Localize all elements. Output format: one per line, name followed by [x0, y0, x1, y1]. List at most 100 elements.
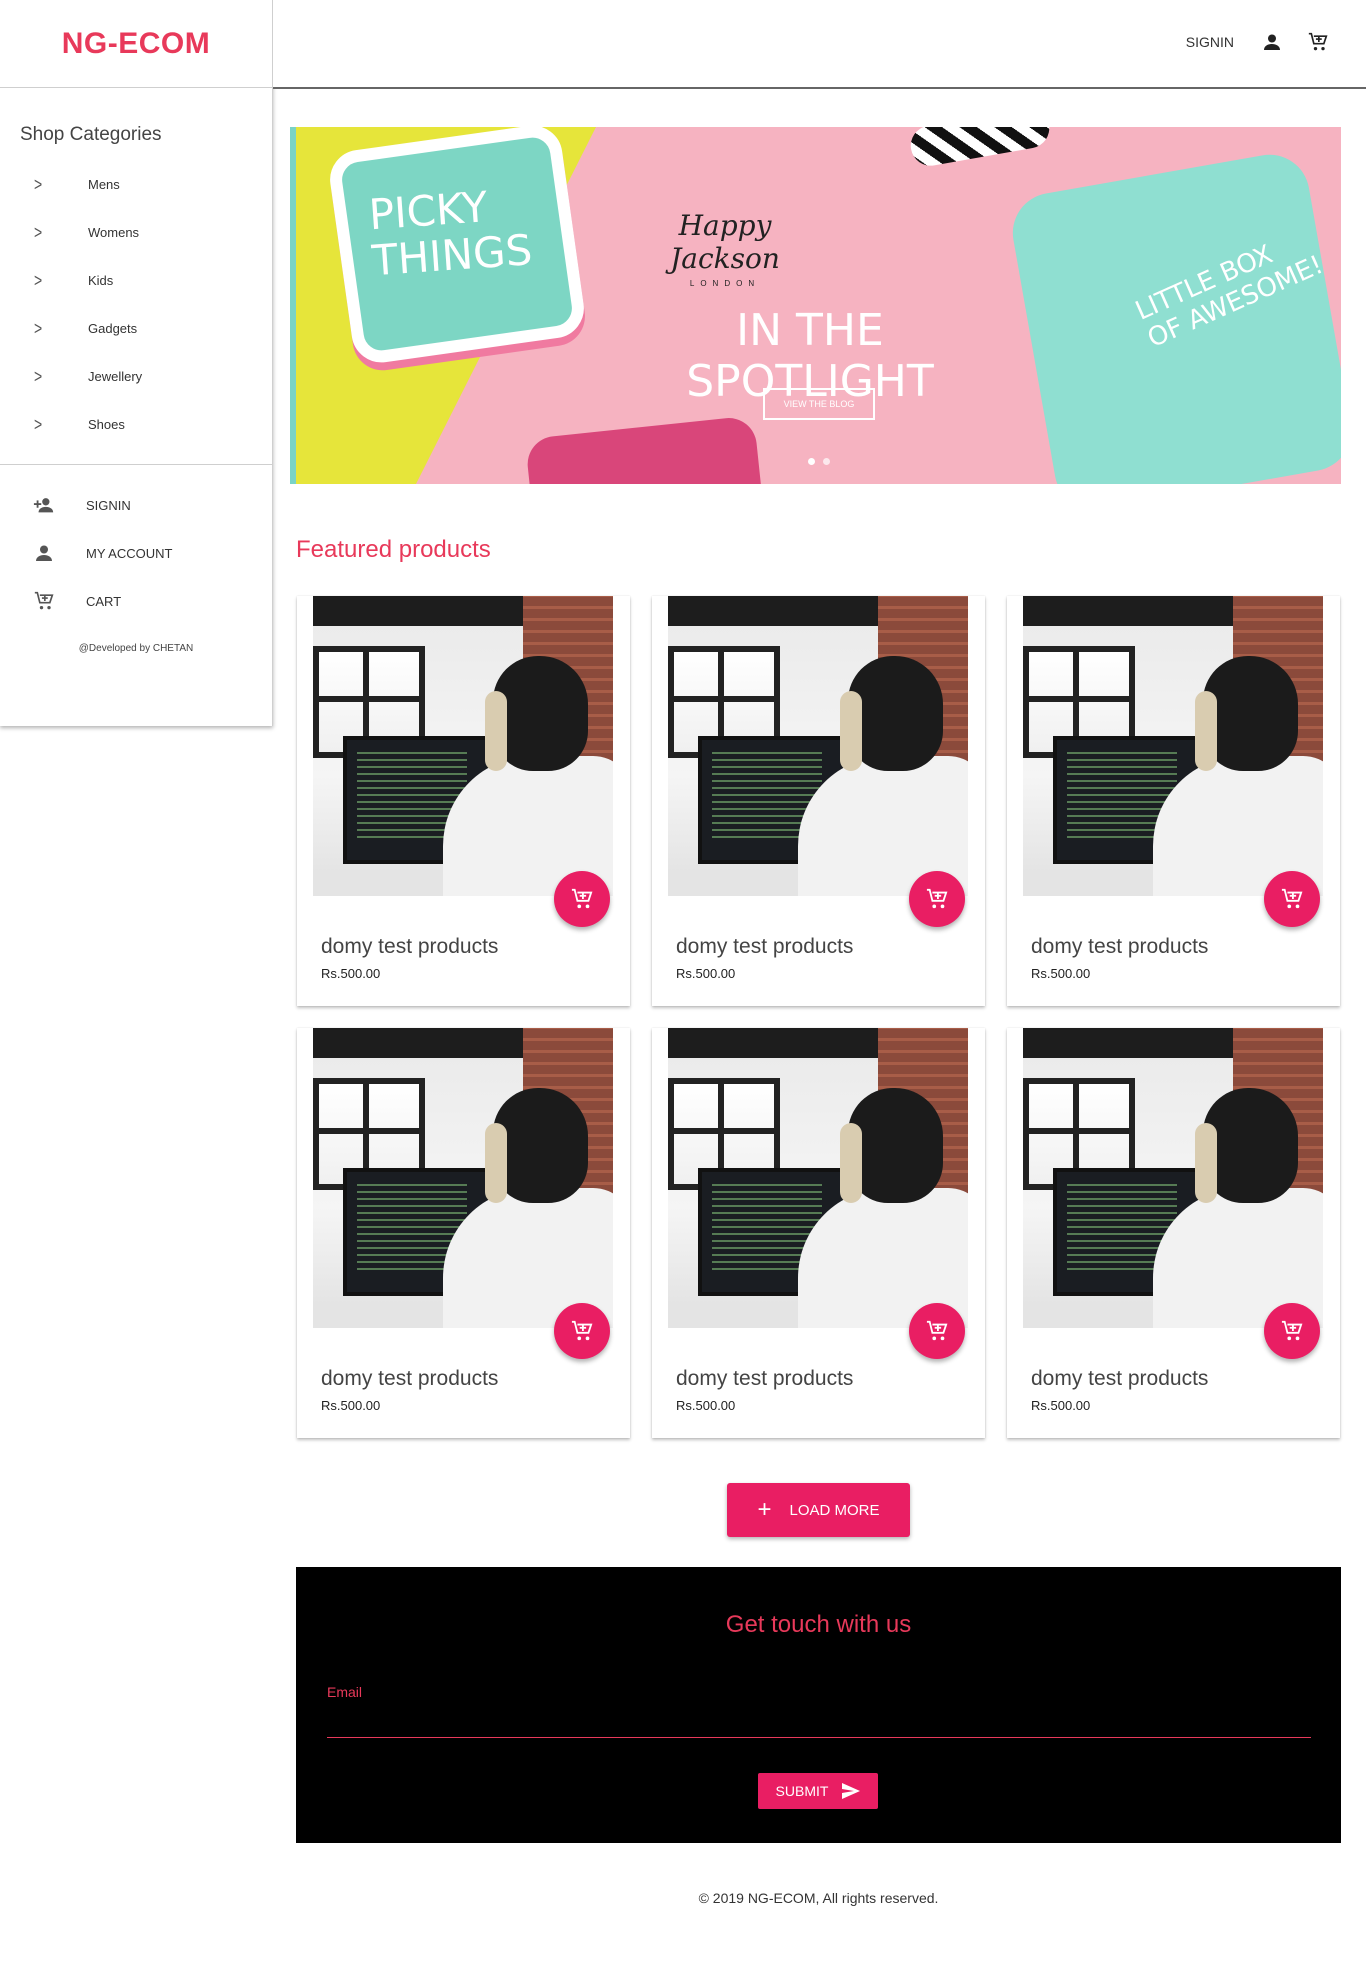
hero-banner[interactable]: PICKY THINGS LITTLE BOX OF AWESOME! Happ…: [290, 127, 1341, 484]
banner-box-right-text: LITTLE BOX OF AWESOME!: [1131, 239, 1328, 355]
product-name[interactable]: domy test products: [1031, 1367, 1208, 1391]
chevron-right-icon: >: [34, 413, 43, 435]
cart-icon: [32, 589, 56, 613]
product-price: Rs.500.00: [321, 1398, 381, 1413]
product-card[interactable]: domy test products Rs.500.00: [1007, 1028, 1340, 1438]
carousel-dots: [808, 458, 830, 465]
product-name[interactable]: domy test products: [676, 1367, 853, 1391]
submit-label: SUBMIT: [775, 1783, 829, 1799]
sidebar-item-kids[interactable]: > Kids: [0, 256, 272, 304]
chevron-right-icon: >: [34, 365, 43, 387]
sidebar-item-signin[interactable]: SIGNIN: [0, 481, 272, 529]
send-icon: [842, 1783, 861, 1799]
sidebar-item-label: Kids: [88, 272, 114, 288]
chevron-right-icon: >: [34, 221, 43, 243]
banner-picky-box: PICKY THINGS: [326, 127, 588, 367]
product-card[interactable]: domy test products Rs.500.00: [652, 596, 985, 1006]
carousel-dot-2[interactable]: [823, 458, 830, 465]
image-headphones: [840, 1123, 862, 1203]
sidebar-item-label: Shoes: [88, 416, 125, 432]
add-to-cart-button[interactable]: [1264, 871, 1320, 927]
copyright: © 2019 NG-ECOM, All rights reserved.: [698, 1890, 939, 1906]
product-image[interactable]: [668, 1028, 968, 1328]
carousel-dot-1[interactable]: [808, 458, 815, 465]
header-actions: SIGNIN: [1186, 30, 1330, 54]
product-image[interactable]: [1023, 1028, 1323, 1328]
chevron-right-icon: >: [34, 173, 43, 195]
product-card[interactable]: domy test products Rs.500.00: [1007, 596, 1340, 1006]
sidebar-item-label: MY ACCOUNT: [86, 545, 173, 561]
email-field[interactable]: [327, 1697, 1311, 1738]
image-headphones: [485, 691, 507, 771]
contact-section: Get touch with us Email SUBMIT: [296, 1567, 1341, 1843]
product-image[interactable]: [313, 596, 613, 896]
person-icon[interactable]: [1260, 30, 1284, 54]
image-person-head: [1203, 1088, 1298, 1203]
banner-logo-subtext: LONDON: [689, 279, 761, 288]
add-to-cart-button[interactable]: [909, 871, 965, 927]
sidebar-item-shoes[interactable]: > Shoes: [0, 400, 272, 448]
banner-ribbon: [907, 127, 1053, 169]
product-card[interactable]: domy test products Rs.500.00: [297, 596, 630, 1006]
category-list: > Mens > Womens > Kids > Gadgets > Jewel…: [0, 160, 272, 448]
plus-icon: +: [757, 1496, 772, 1523]
product-grid: domy test products Rs.500.00 domy test pro…: [297, 596, 1341, 1438]
sidebar-item-womens[interactable]: > Womens: [0, 208, 272, 256]
add-to-cart-button[interactable]: [1264, 1303, 1320, 1359]
load-more-label: LOAD MORE: [789, 1501, 880, 1519]
banner-edge: [290, 127, 296, 484]
product-image[interactable]: [313, 1028, 613, 1328]
product-name[interactable]: domy test products: [676, 935, 853, 959]
product-card[interactable]: domy test products Rs.500.00: [297, 1028, 630, 1438]
sidebar-item-my-account[interactable]: MY ACCOUNT: [0, 529, 272, 577]
brand-logo[interactable]: NG-ECOM: [0, 0, 272, 88]
add-cart-icon: [1281, 888, 1303, 909]
product-name[interactable]: domy test products: [321, 935, 498, 959]
product-name[interactable]: domy test products: [321, 1367, 498, 1391]
add-cart-icon: [926, 1320, 948, 1341]
account-list: SIGNIN MY ACCOUNT CART: [0, 481, 272, 625]
sidebar-item-label: Womens: [88, 224, 140, 240]
image-person-head: [1203, 656, 1298, 771]
image-person-head: [493, 656, 588, 771]
cart-icon[interactable]: [1306, 30, 1330, 54]
sidebar-item-label: CART: [86, 593, 122, 609]
product-price: Rs.500.00: [676, 966, 736, 981]
chevron-right-icon: >: [34, 269, 43, 291]
product-price: Rs.500.00: [321, 966, 381, 981]
sidebar-item-gadgets[interactable]: > Gadgets: [0, 304, 272, 352]
chevron-right-icon: >: [34, 317, 43, 339]
image-headphones: [1195, 691, 1217, 771]
image-person-head: [848, 1088, 943, 1203]
banner-box-left-text: PICKY THINGS: [367, 182, 534, 286]
product-name[interactable]: domy test products: [1031, 935, 1208, 959]
sidebar: NG-ECOM Shop Categories > Mens > Womens …: [0, 0, 273, 726]
featured-title: Featured products: [296, 536, 491, 563]
submit-button[interactable]: SUBMIT: [758, 1773, 878, 1809]
product-price: Rs.500.00: [676, 1398, 736, 1413]
contact-title: Get touch with us: [725, 1611, 912, 1638]
banner-snack-box: [524, 415, 766, 484]
view-blog-button[interactable]: VIEW THE BLOG: [763, 388, 875, 420]
banner-logo-text: Happy Jackson: [670, 209, 780, 275]
developer-credit: @Developed by CHETAN: [78, 643, 194, 654]
add-to-cart-button[interactable]: [554, 871, 610, 927]
sidebar-item-label: SIGNIN: [86, 497, 131, 513]
sidebar-item-label: Jewellery: [88, 368, 143, 384]
product-image[interactable]: [1023, 596, 1323, 896]
product-card[interactable]: domy test products Rs.500.00: [652, 1028, 985, 1438]
product-image[interactable]: [668, 596, 968, 896]
add-cart-icon: [571, 1320, 593, 1341]
sidebar-item-jewellery[interactable]: > Jewellery: [0, 352, 272, 400]
image-headphones: [485, 1123, 507, 1203]
sidebar-item-mens[interactable]: > Mens: [0, 160, 272, 208]
image-person-head: [493, 1088, 588, 1203]
product-price: Rs.500.00: [1031, 1398, 1091, 1413]
image-person-head: [848, 656, 943, 771]
header-signin-link[interactable]: SIGNIN: [1186, 34, 1234, 50]
add-to-cart-button[interactable]: [909, 1303, 965, 1359]
add-to-cart-button[interactable]: [554, 1303, 610, 1359]
load-more-button[interactable]: + LOAD MORE: [727, 1483, 910, 1537]
sidebar-item-cart[interactable]: CART: [0, 577, 272, 625]
sidebar-item-label: Gadgets: [88, 320, 138, 336]
